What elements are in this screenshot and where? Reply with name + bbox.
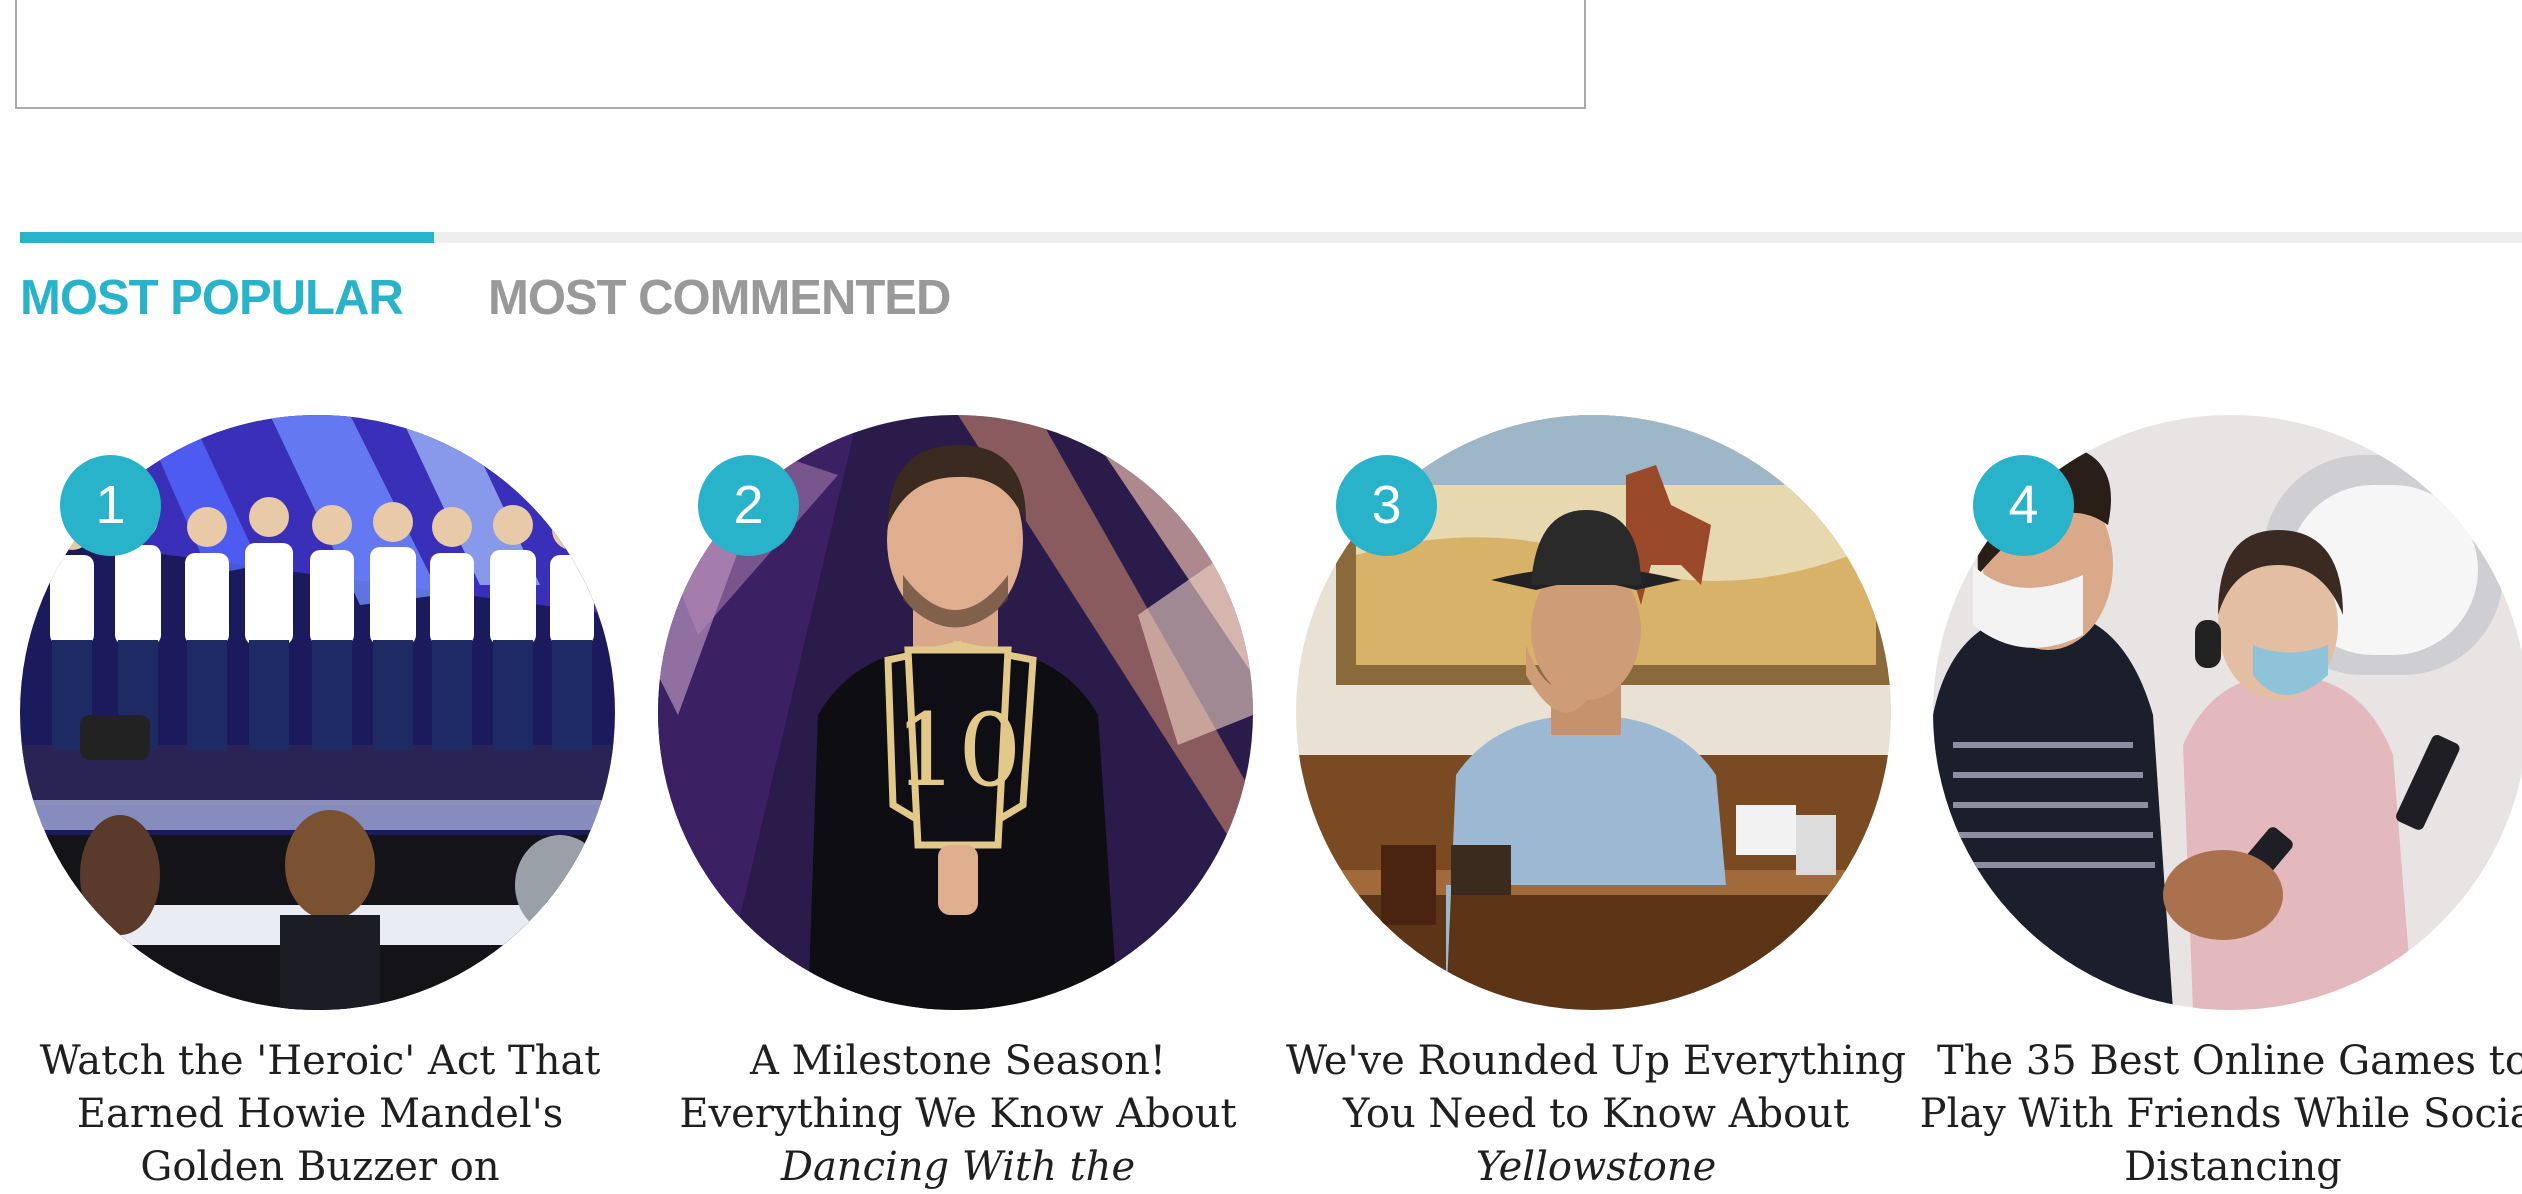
article-card-3: 3 We've Rounded Up Everything You Need t… [1286,415,1906,1190]
article-title-text: Watch the 'Heroic' Act That Earned Howie… [39,1038,601,1190]
rank-badge: 4 [1973,455,2074,556]
tab-indicator-active [20,232,434,243]
article-title-italic: Dancing With the [780,1144,1136,1190]
article-title-italic: Yellowstone [1475,1144,1717,1190]
article-title-text: We've Rounded Up Everything You Need to … [1285,1038,1907,1137]
tab-most-commented[interactable]: MOST COMMENTED [488,270,951,326]
article-card-1: 1 Watch the 'Heroic' Act That Earned How… [20,415,620,1190]
svg-text:10: 10 [894,692,1021,809]
rank-badge: 2 [698,455,799,556]
article-card-4: 4 The 35 Best Online Games to Play With … [1920,415,2522,1190]
article-title-1[interactable]: Watch the 'Heroic' Act That Earned Howie… [0,1035,640,1194]
rank-badge: 1 [60,455,161,556]
article-title-2[interactable]: A Milestone Season! Everything We Know A… [638,1035,1278,1194]
article-card-2: 2 10 A Milestone Season! Everything We K… [658,415,1258,1190]
tab-most-popular[interactable]: MOST POPULAR [20,270,404,326]
rank-badge: 3 [1336,455,1437,556]
article-title-text: A Milestone Season! Everything We Know A… [679,1038,1237,1137]
top-content-box [15,0,1586,109]
article-title-3[interactable]: We've Rounded Up Everything You Need to … [1276,1035,1916,1194]
article-title-4[interactable]: The 35 Best Online Games to Play With Fr… [1913,1035,2522,1194]
article-title-text: The 35 Best Online Games to Play With Fr… [1919,1038,2522,1190]
